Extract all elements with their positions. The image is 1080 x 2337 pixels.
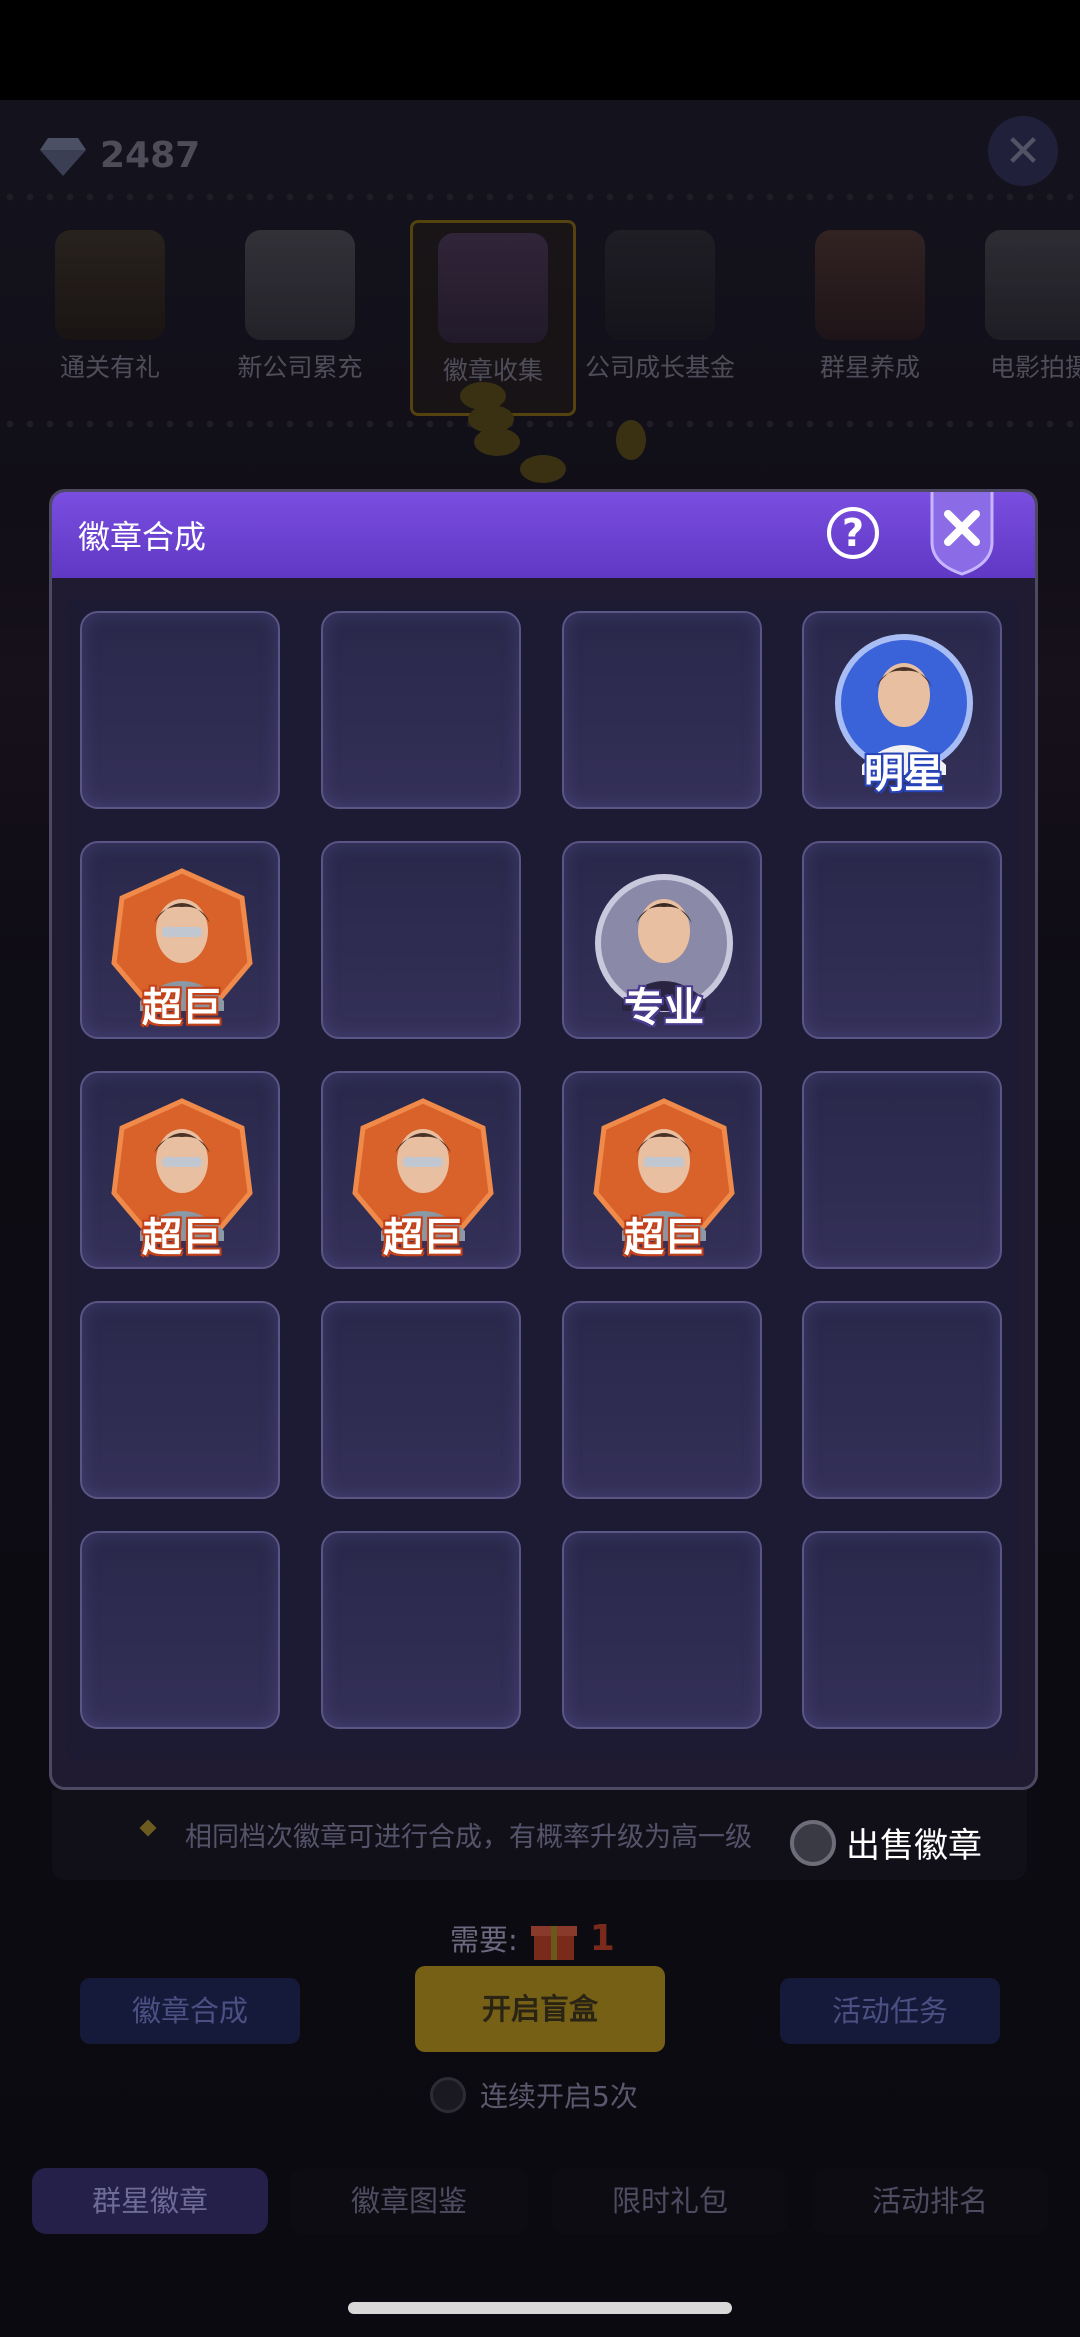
badge-slot[interactable] (802, 1301, 1002, 1499)
home-indicator (348, 2302, 732, 2314)
dialog-title: 徽章合成 (78, 518, 207, 556)
close-button[interactable] (928, 489, 996, 576)
tab-limited-gifts[interactable]: 限时礼包 (552, 2168, 788, 2234)
badge-slot[interactable] (802, 1531, 1002, 1729)
gift-box-icon (530, 1926, 577, 1960)
badge-grid: 明星 超巨 专业 超巨 超巨 超巨 (66, 599, 1019, 1759)
badge-slot[interactable]: 专业 (562, 841, 762, 1039)
badge-slot[interactable] (562, 1301, 762, 1499)
merge-tab-button[interactable]: 徽章合成 (80, 1978, 300, 2044)
badge-tier-label: 超巨 (142, 985, 222, 1031)
dialog-header: 徽章合成 ? (52, 492, 1035, 578)
cost-count: 1 (589, 1917, 615, 1959)
repeat-radio-icon[interactable] (430, 2077, 466, 2113)
tab-badge-catalog[interactable]: 徽章图鉴 (290, 2168, 528, 2234)
badge-tier-label: 超巨 (142, 1215, 222, 1261)
repeat-open-toggle[interactable]: 连续开启5次 (430, 2075, 638, 2115)
badge-tier-label: 明星 (864, 751, 944, 797)
cost-label: 需要: (450, 1923, 518, 1957)
status-bar (0, 0, 1080, 100)
tab-event-ranking[interactable]: 活动排名 (812, 2168, 1048, 2234)
sell-radio-icon[interactable] (790, 1819, 836, 1866)
badge-slot[interactable] (80, 1531, 280, 1729)
badge-slot[interactable]: 超巨 (80, 841, 280, 1039)
badge-slot[interactable] (802, 1071, 1002, 1269)
badge-slot[interactable]: 超巨 (80, 1071, 280, 1269)
badge-slot[interactable]: 明星 (802, 611, 1002, 809)
badge-slot[interactable] (321, 841, 521, 1039)
badge-tier-label: 超巨 (624, 1215, 704, 1261)
badge-slot[interactable]: 超巨 (562, 1071, 762, 1269)
badge-slot[interactable] (562, 611, 762, 809)
open-blind-box-button[interactable]: 开启盲盒 (415, 1966, 665, 2052)
badge-slot[interactable] (562, 1531, 762, 1729)
hint-text: 相同档次徽章可进行合成，有概率升级为高一级 (185, 1822, 752, 1853)
badge-slot[interactable] (80, 611, 280, 809)
repeat-open-label: 连续开启5次 (480, 2080, 638, 2113)
help-button[interactable]: ? (827, 507, 879, 559)
badge-slot[interactable] (321, 611, 521, 809)
event-tasks-button[interactable]: 活动任务 (780, 1978, 1000, 2044)
badge-slot[interactable] (321, 1301, 521, 1499)
badge-merge-dialog: 徽章合成 ? 明星 超巨 专业 超巨 超巨 超巨 (49, 489, 1038, 1790)
cost-display: 需要: 1 (450, 1912, 615, 1964)
sell-badge-toggle[interactable]: 出售徽章 (790, 1818, 982, 1867)
badge-slot[interactable] (802, 841, 1002, 1039)
tab-star-badges[interactable]: 群星徽章 (32, 2168, 268, 2234)
badge-slot[interactable] (321, 1531, 521, 1729)
badge-tier-label: 专业 (624, 985, 704, 1031)
badge-slot[interactable] (80, 1301, 280, 1499)
badge-slot[interactable]: 超巨 (321, 1071, 521, 1269)
sell-badge-label: 出售徽章 (846, 1826, 982, 1866)
badge-tier-label: 超巨 (383, 1215, 463, 1261)
